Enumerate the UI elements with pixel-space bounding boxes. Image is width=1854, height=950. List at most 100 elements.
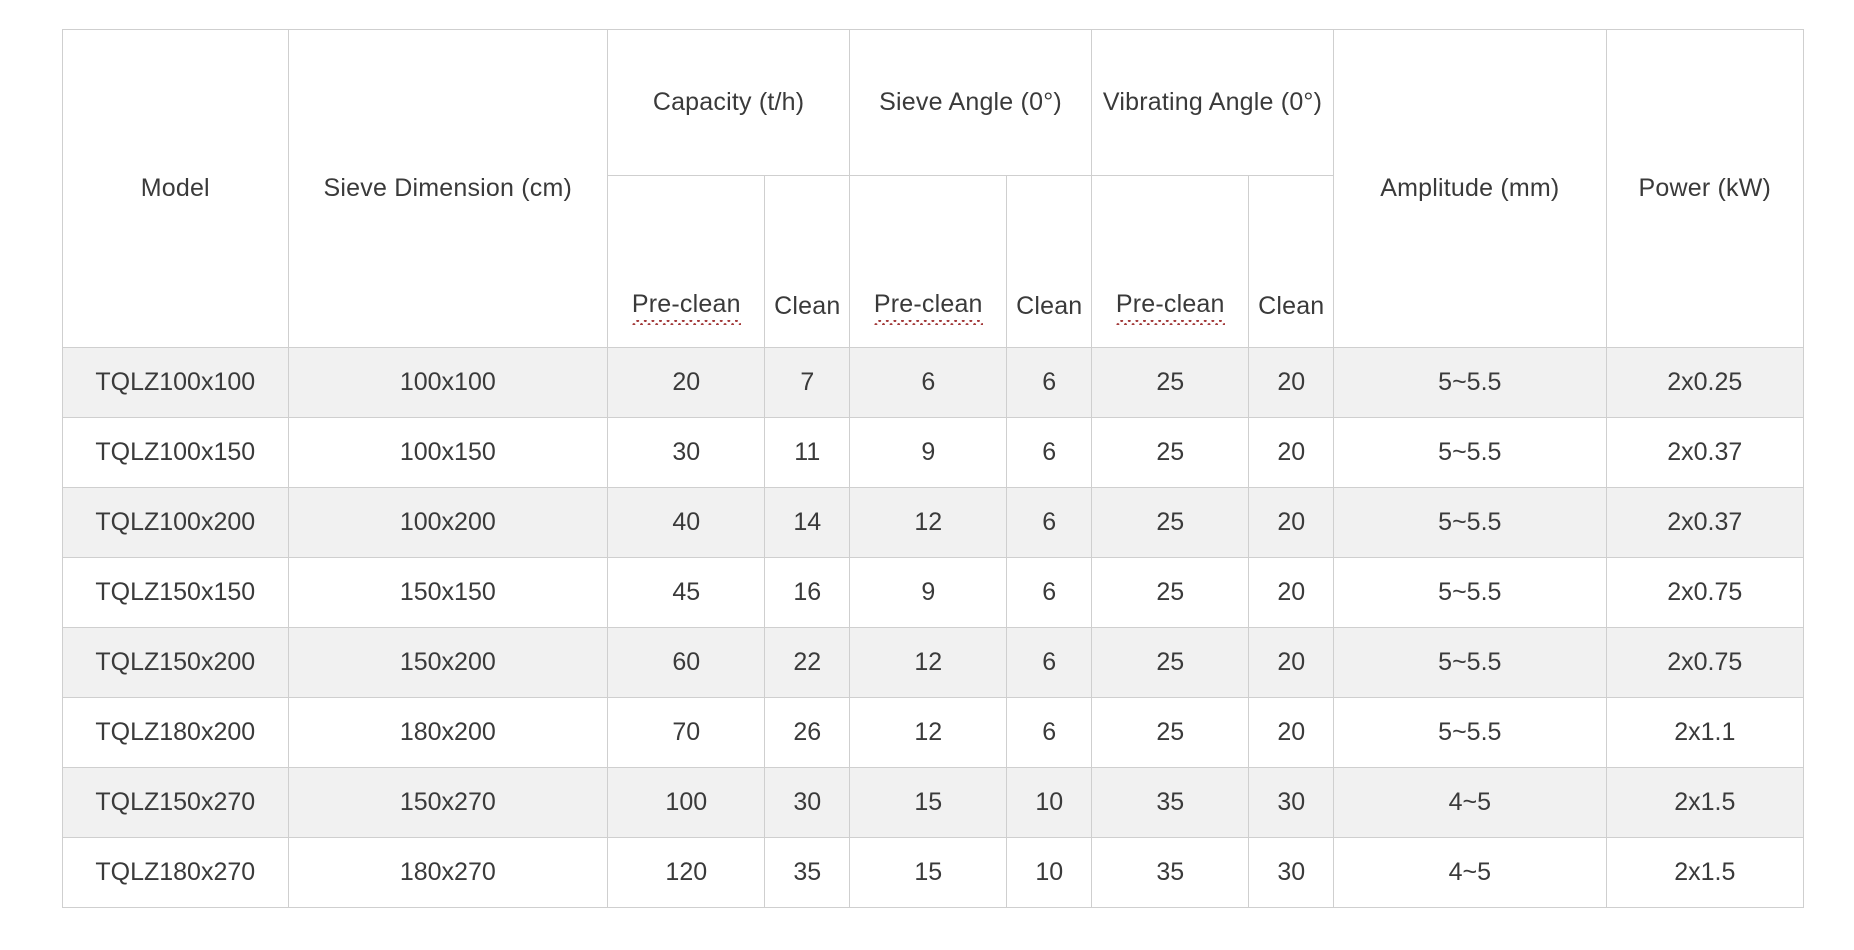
cell-capacity-clean: 11 [764,417,851,488]
column-header-sieve-dimension: Sieve Dimension (cm) [287,29,609,348]
cell-amplitude: 5~5.5 [1333,627,1607,698]
table-row: TQLZ100x100 100x100 20 7 6 6 25 20 5~5.5 2x0.25 [62,347,1805,418]
column-header-capacity: Capacity (t/h) [607,29,851,176]
cell-amplitude: 5~5.5 [1333,697,1607,768]
subcolumn-header-sieve-angle-pre-clean: Pre-clean [849,175,1008,348]
cell-sieve-dimension: 100x150 [287,417,609,488]
cell-vibrating-angle-clean: 20 [1248,557,1335,628]
cell-sieve-angle-pre-clean: 15 [849,767,1008,838]
cell-power: 2x1.5 [1605,767,1805,838]
cell-capacity-clean: 35 [764,837,851,908]
cell-model: TQLZ100x200 [62,487,289,558]
cell-power: 2x0.75 [1605,627,1805,698]
cell-sieve-angle-clean: 6 [1006,417,1093,488]
cell-vibrating-angle-pre-clean: 25 [1091,487,1250,558]
table-row: TQLZ100x150 100x150 30 11 9 6 25 20 5~5.5 2x0.37 [62,417,1805,488]
table-row: TQLZ100x200 100x200 40 14 12 6 25 20 5~5.5 2x0.37 [62,487,1805,558]
subcolumn-header-vibrating-angle-clean: Clean [1248,175,1335,348]
cell-power: 2x1.1 [1605,697,1805,768]
cell-model: TQLZ150x270 [62,767,289,838]
cell-sieve-dimension: 150x150 [287,557,609,628]
table-row: TQLZ150x150 150x150 45 16 9 6 25 20 5~5.5 2x0.75 [62,557,1805,628]
cell-vibrating-angle-pre-clean: 25 [1091,697,1250,768]
column-header-sieve-angle: Sieve Angle (0°) [849,29,1093,176]
cell-vibrating-angle-clean: 30 [1248,767,1335,838]
cell-capacity-clean: 16 [764,557,851,628]
cell-power: 2x1.5 [1605,837,1805,908]
cell-sieve-angle-clean: 6 [1006,487,1093,558]
cell-sieve-dimension: 150x200 [287,627,609,698]
cell-vibrating-angle-clean: 20 [1248,487,1335,558]
cell-power: 2x0.25 [1605,347,1805,418]
cell-model: TQLZ100x150 [62,417,289,488]
cell-capacity-clean: 26 [764,697,851,768]
table-row: TQLZ180x270 180x270 120 35 15 10 35 30 4~5 2x1.5 [62,837,1805,908]
cell-power: 2x0.37 [1605,487,1805,558]
cell-sieve-angle-pre-clean: 9 [849,557,1008,628]
subcolumn-header-vibrating-angle-pre-clean: Pre-clean [1091,175,1250,348]
misspelled-word-underline: Pre-clean [1115,290,1225,325]
table-row: TQLZ180x200 180x200 70 26 12 6 25 20 5~5.5 2x1.1 [62,697,1805,768]
cell-capacity-pre-clean: 100 [607,767,766,838]
cell-vibrating-angle-pre-clean: 25 [1091,347,1250,418]
cell-capacity-clean: 14 [764,487,851,558]
cell-capacity-clean: 30 [764,767,851,838]
cell-sieve-angle-clean: 10 [1006,837,1093,908]
cell-sieve-angle-clean: 6 [1006,697,1093,768]
cell-sieve-dimension: 100x100 [287,347,609,418]
cell-model: TQLZ180x270 [62,837,289,908]
cell-power: 2x0.37 [1605,417,1805,488]
table-header: Model Sieve Dimension (cm) Capacity (t/h… [62,29,1805,348]
cell-sieve-angle-pre-clean: 6 [849,347,1008,418]
cell-vibrating-angle-clean: 20 [1248,697,1335,768]
cell-capacity-pre-clean: 60 [607,627,766,698]
cell-sieve-angle-pre-clean: 12 [849,487,1008,558]
cell-sieve-angle-clean: 6 [1006,557,1093,628]
misspelled-word-underline: Pre-clean [873,290,983,325]
cell-vibrating-angle-pre-clean: 35 [1091,767,1250,838]
cell-model: TQLZ100x100 [62,347,289,418]
column-header-power: Power (kW) [1605,29,1805,348]
cell-vibrating-angle-clean: 20 [1248,417,1335,488]
cell-vibrating-angle-pre-clean: 25 [1091,557,1250,628]
cell-capacity-pre-clean: 40 [607,487,766,558]
column-header-model: Model [62,29,289,348]
cell-sieve-dimension: 100x200 [287,487,609,558]
cell-sieve-dimension: 150x270 [287,767,609,838]
subcolumn-header-capacity-pre-clean: Pre-clean [607,175,766,348]
cell-model: TQLZ150x200 [62,627,289,698]
cell-capacity-clean: 7 [764,347,851,418]
table-row: TQLZ150x200 150x200 60 22 12 6 25 20 5~5.5 2x0.75 [62,627,1805,698]
cell-amplitude: 5~5.5 [1333,557,1607,628]
table-row: TQLZ150x270 150x270 100 30 15 10 35 30 4~5 2x1.5 [62,767,1805,838]
cell-capacity-pre-clean: 45 [607,557,766,628]
cell-model: TQLZ150x150 [62,557,289,628]
page-canvas: Model Sieve Dimension (cm) Capacity (t/h… [0,0,1854,950]
cell-capacity-pre-clean: 120 [607,837,766,908]
cell-sieve-angle-clean: 6 [1006,627,1093,698]
cell-capacity-pre-clean: 20 [607,347,766,418]
cell-power: 2x0.75 [1605,557,1805,628]
cell-sieve-angle-clean: 10 [1006,767,1093,838]
cell-amplitude: 5~5.5 [1333,487,1607,558]
misspelled-word-underline: Pre-clean [631,290,741,325]
cell-sieve-angle-pre-clean: 12 [849,697,1008,768]
cell-capacity-pre-clean: 70 [607,697,766,768]
header-row-primary: Model Sieve Dimension (cm) Capacity (t/h… [62,29,1805,348]
cell-vibrating-angle-clean: 30 [1248,837,1335,908]
cell-vibrating-angle-pre-clean: 35 [1091,837,1250,908]
cell-vibrating-angle-pre-clean: 25 [1091,417,1250,488]
column-header-vibrating-angle: Vibrating Angle (0°) [1091,29,1335,176]
cell-model: TQLZ180x200 [62,697,289,768]
table-body: TQLZ100x100 100x100 20 7 6 6 25 20 5~5.5 2x0.25 TQ… [62,347,1805,908]
column-header-amplitude: Amplitude (mm) [1333,29,1607,348]
cell-amplitude: 4~5 [1333,767,1607,838]
cell-capacity-pre-clean: 30 [607,417,766,488]
cell-sieve-dimension: 180x270 [287,837,609,908]
cell-sieve-angle-clean: 6 [1006,347,1093,418]
cell-amplitude: 4~5 [1333,837,1607,908]
subcolumn-header-sieve-angle-clean: Clean [1006,175,1093,348]
cell-capacity-clean: 22 [764,627,851,698]
cell-sieve-angle-pre-clean: 9 [849,417,1008,488]
cell-amplitude: 5~5.5 [1333,417,1607,488]
